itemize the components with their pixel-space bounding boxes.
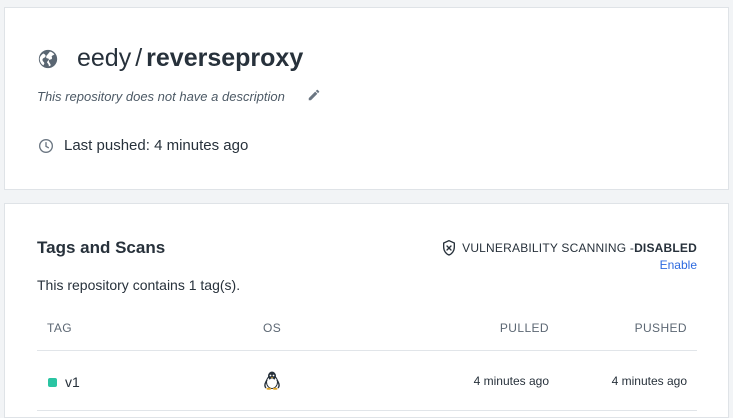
clock-icon — [38, 138, 54, 154]
vulnerability-scanning-status: VULNERABILITY SCANNING - DISABLED — [442, 239, 697, 256]
column-header-os: OS — [263, 321, 282, 335]
tag-count-text: This repository contains 1 tag(s). — [37, 277, 241, 293]
column-header-pulled: PULLED — [499, 321, 549, 335]
repository-info-card: eedy / reverseproxy This repository does… — [4, 7, 729, 190]
repo-description: This repository does not have a descript… — [37, 89, 285, 104]
section-title: Tags and Scans — [37, 238, 166, 257]
column-header-tag: TAG — [47, 321, 72, 335]
column-header-pushed: PUSHED — [634, 321, 687, 335]
description-row: This repository does not have a descript… — [37, 89, 285, 104]
vuln-status: DISABLED — [634, 241, 697, 255]
repo-namespace[interactable]: eedy — [77, 44, 131, 73]
row-divider — [37, 410, 697, 411]
vuln-label: VULNERABILITY SCANNING - — [462, 241, 635, 255]
linux-icon — [263, 370, 281, 390]
pushed-time: 4 minutes ago — [611, 374, 687, 388]
repo-title: eedy / reverseproxy — [37, 44, 303, 73]
last-pushed-text: Last pushed: 4 minutes ago — [64, 137, 249, 154]
last-pushed-row: Last pushed: 4 minutes ago — [38, 137, 248, 154]
header-divider — [37, 350, 697, 351]
table-row-tag[interactable]: v1 — [48, 374, 80, 390]
repo-separator: / — [135, 44, 143, 72]
pulled-time: 4 minutes ago — [473, 374, 549, 388]
repo-name: reverseproxy — [146, 44, 304, 72]
status-dot — [48, 377, 57, 387]
globe-icon — [37, 48, 59, 70]
tag-name: v1 — [65, 374, 80, 390]
pencil-icon[interactable] — [307, 88, 321, 102]
enable-scanning-link[interactable]: Enable — [660, 258, 697, 272]
tags-and-scans-card: Tags and Scans VULNERABILITY SCANNING - … — [4, 203, 729, 418]
shield-x-icon — [442, 239, 456, 256]
